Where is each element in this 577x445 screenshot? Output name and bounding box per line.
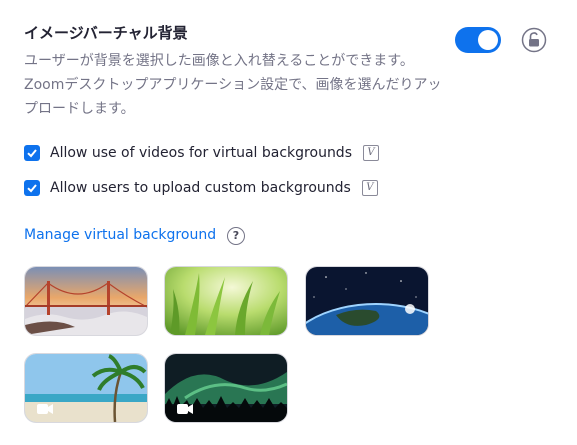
lock-icon[interactable] (521, 27, 547, 53)
setting-title: イメージバーチャル背景 (24, 24, 188, 42)
toggle-knob (478, 30, 498, 50)
manage-virtual-background-link[interactable]: Manage virtual background (24, 227, 216, 243)
help-icon[interactable]: ? (227, 227, 245, 245)
version-icon: V (363, 145, 379, 161)
upload-option-label: Allow users to upload custom backgrounds (50, 180, 351, 196)
version-icon: V (361, 180, 378, 196)
video-camera-icon (177, 404, 193, 414)
videos-option-label: Allow use of videos for virtual backgrou… (50, 145, 352, 161)
background-thumb-earth[interactable] (305, 266, 429, 336)
virtual-background-toggle[interactable] (455, 27, 501, 53)
background-thumb-beach[interactable] (24, 353, 148, 423)
background-thumb-grass[interactable] (164, 266, 288, 336)
option-row-upload: Allow users to upload custom backgrounds… (24, 178, 378, 198)
background-thumb-aurora[interactable] (164, 353, 288, 423)
upload-checkbox[interactable] (24, 180, 40, 196)
setting-description: ユーザーが背景を選択した画像と入れ替えることができます。Zoomデスクトップアプ… (24, 53, 442, 117)
video-camera-icon (37, 404, 53, 414)
option-row-videos: Allow use of videos for virtual backgrou… (24, 143, 379, 163)
videos-checkbox[interactable] (24, 145, 40, 161)
background-thumb-golden-gate[interactable] (24, 266, 148, 336)
